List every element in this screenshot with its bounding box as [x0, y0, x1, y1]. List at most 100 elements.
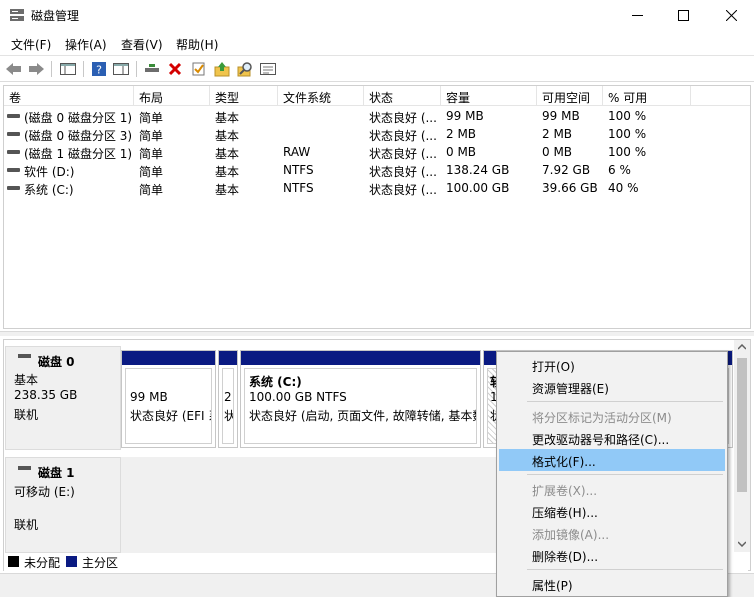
- volume-filesystem: NTFS: [283, 163, 314, 177]
- volume-percent-free: 100 %: [608, 127, 647, 141]
- volume-layout: 简单: [139, 147, 164, 161]
- volume-name: (磁盘 0 磁盘分区 3): [24, 129, 132, 143]
- volume-layout: 简单: [139, 165, 164, 179]
- volume-capacity: 0 MB: [446, 145, 477, 159]
- volume-layout: 简单: [139, 183, 164, 197]
- volume-icon: [7, 150, 20, 154]
- table-row[interactable]: (磁盘 0 磁盘分区 1) 简单 基本 状态良好 (... 99 MB 99 M…: [4, 107, 750, 125]
- volume-free-space: 0 MB: [542, 145, 573, 159]
- minimize-button[interactable]: [614, 0, 660, 31]
- partition-efi[interactable]: 99 MB 状态良好 (EFI 系: [121, 350, 216, 448]
- legend-swatch-primary: [66, 556, 77, 567]
- volume-icon: [7, 114, 20, 118]
- search-icon[interactable]: [236, 60, 254, 78]
- partition-system-c[interactable]: 系统 (C:) 100.00 GB NTFS 状态良好 (启动, 页面文件, 故…: [240, 350, 481, 448]
- properties-icon[interactable]: [259, 60, 277, 78]
- menu-delete-volume[interactable]: 删除卷(D)...: [499, 544, 725, 566]
- menu-properties[interactable]: 属性(P): [499, 573, 725, 595]
- menu-view[interactable]: 查看(V): [121, 36, 163, 53]
- volume-percent-free: 6 %: [608, 163, 631, 177]
- show-hide-action-pane-icon[interactable]: [112, 60, 130, 78]
- connect-disk-icon[interactable]: [143, 60, 161, 78]
- disk-icon: [18, 354, 31, 358]
- volume-status: 状态良好 (...: [369, 165, 437, 179]
- volume-name: (磁盘 0 磁盘分区 1): [24, 111, 132, 125]
- volume-name: (磁盘 1 磁盘分区 1): [24, 147, 132, 161]
- volume-filesystem: NTFS: [283, 181, 314, 195]
- disk-0-name: 磁盘 0: [38, 355, 75, 369]
- volume-free-space: 39.66 GB: [542, 181, 598, 195]
- menu-open[interactable]: 打开(O): [499, 354, 725, 376]
- disk-1-label[interactable]: 磁盘 1 可移动 (E:) 联机: [5, 457, 121, 553]
- disk-0-label[interactable]: 磁盘 0 基本 238.35 GB 联机: [5, 346, 121, 450]
- volume-status: 状态良好 (...: [369, 111, 437, 125]
- column-header-type[interactable]: 类型: [210, 86, 278, 106]
- disk-1-name: 磁盘 1: [38, 466, 75, 480]
- menu-help[interactable]: 帮助(H): [176, 36, 218, 53]
- menu-separator: [527, 569, 723, 570]
- toolbar-separator: [83, 61, 84, 77]
- disk-1-type: 可移动 (E:): [14, 485, 75, 499]
- volume-icon: [7, 186, 20, 190]
- back-arrow-icon[interactable]: [5, 60, 23, 78]
- volume-list-header: 卷 布局 类型 文件系统 状态 容量 可用空间 % 可用: [4, 86, 750, 106]
- volume-capacity: 99 MB: [446, 109, 484, 123]
- disk-map-scrollbar[interactable]: [734, 340, 750, 552]
- check-icon[interactable]: [190, 60, 208, 78]
- volume-icon: [7, 168, 20, 172]
- table-row[interactable]: (磁盘 1 磁盘分区 1) 简单 基本 RAW 状态良好 (... 0 MB 0…: [4, 143, 750, 161]
- delete-icon[interactable]: [166, 60, 184, 78]
- volume-type: 基本: [215, 165, 240, 179]
- column-header-volume[interactable]: 卷: [4, 86, 134, 106]
- menu-explore[interactable]: 资源管理器(E): [499, 376, 725, 398]
- partition-body: 99 MB 状态良好 (EFI 系: [125, 368, 212, 444]
- table-row[interactable]: (磁盘 0 磁盘分区 3) 简单 基本 状态良好 (... 2 MB 2 MB …: [4, 125, 750, 143]
- scrollbar-thumb[interactable]: [737, 358, 747, 492]
- toolbar-separator: [136, 61, 137, 77]
- column-header-free-space[interactable]: 可用空间: [537, 86, 603, 106]
- up-folder-icon[interactable]: [213, 60, 231, 78]
- partition-status: 状态良好 (EFI 系: [130, 409, 212, 423]
- volume-filesystem: RAW: [283, 145, 311, 159]
- help-icon[interactable]: ?: [90, 60, 108, 78]
- menu-format[interactable]: 格式化(F)...: [499, 449, 725, 471]
- table-row[interactable]: 系统 (C:) 简单 基本 NTFS 状态良好 (... 100.00 GB 3…: [4, 179, 750, 197]
- column-header-percent-free[interactable]: % 可用: [603, 86, 691, 106]
- column-header-capacity[interactable]: 容量: [441, 86, 537, 106]
- scroll-down-icon[interactable]: [738, 541, 746, 547]
- menu-file[interactable]: 文件(F): [11, 36, 51, 53]
- pane-splitter[interactable]: [0, 331, 754, 336]
- disk-0-state: 联机: [14, 408, 39, 422]
- disk-0-size: 238.35 GB: [14, 388, 78, 402]
- disk-1-state: 联机: [14, 518, 39, 532]
- scroll-up-icon[interactable]: [738, 344, 746, 350]
- volume-status: 状态良好 (...: [369, 129, 437, 143]
- menu-action[interactable]: 操作(A): [65, 36, 107, 53]
- partition-size: 100.00 GB NTFS: [249, 390, 347, 404]
- menu-change-drive-letter[interactable]: 更改驱动器号和路径(C)...: [499, 427, 725, 449]
- volume-free-space: 2 MB: [542, 127, 573, 141]
- column-header-status[interactable]: 状态: [364, 86, 441, 106]
- primary-partition-bar: [219, 351, 237, 365]
- table-row[interactable]: 软件 (D:) 简单 基本 NTFS 状态良好 (... 138.24 GB 7…: [4, 161, 750, 179]
- disk-management-icon: [9, 8, 25, 22]
- partition-body: 2 状: [222, 368, 234, 444]
- close-button[interactable]: [708, 0, 754, 31]
- menu-bar: 文件(F) 操作(A) 查看(V) 帮助(H): [0, 31, 754, 55]
- primary-partition-bar: [122, 351, 215, 365]
- title-bar: 磁盘管理: [0, 0, 754, 31]
- menu-separator: [527, 401, 723, 402]
- volume-free-space: 99 MB: [542, 109, 580, 123]
- primary-partition-bar: [241, 351, 480, 365]
- volume-icon: [7, 132, 20, 136]
- maximize-button[interactable]: [660, 0, 706, 31]
- menu-shrink-volume[interactable]: 压缩卷(H)...: [499, 500, 725, 522]
- console-tree-icon[interactable]: [59, 60, 77, 78]
- forward-arrow-icon[interactable]: [27, 60, 45, 78]
- volume-list: 卷 布局 类型 文件系统 状态 容量 可用空间 % 可用 (磁盘 0 磁盘分区 …: [3, 85, 751, 329]
- toolbar: ?: [0, 55, 754, 82]
- column-header-filesystem[interactable]: 文件系统: [278, 86, 364, 106]
- column-header-layout[interactable]: 布局: [134, 86, 210, 106]
- volume-status: 状态良好 (...: [369, 147, 437, 161]
- partition-2mb[interactable]: 2 状: [218, 350, 238, 448]
